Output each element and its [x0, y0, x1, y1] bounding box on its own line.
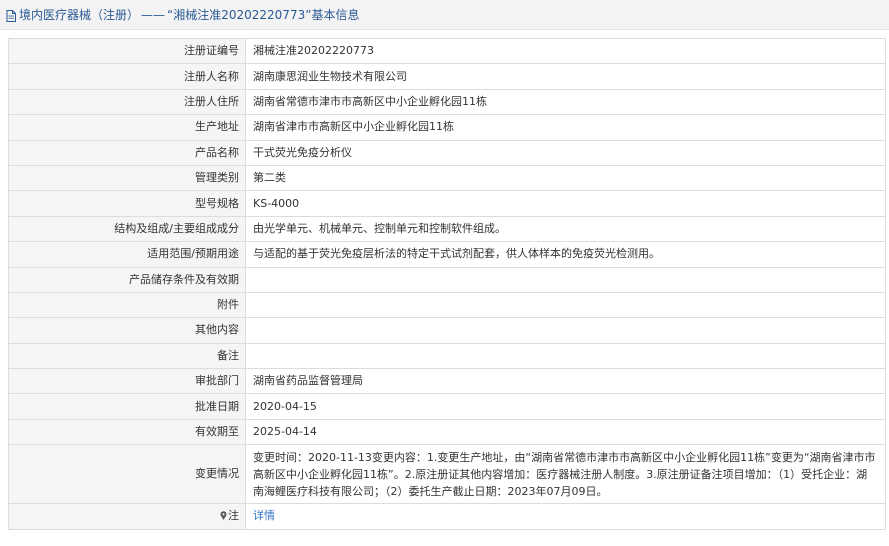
row-value-production-address: 湖南省津市市高新区中小企业孵化园11栋	[245, 114, 886, 141]
row-label-registrant-name: 注册人名称	[8, 63, 246, 90]
table-row-valid-until: 有效期至 2025-04-14	[8, 418, 886, 446]
row-label-structure-composition: 结构及组成/主要组成成分	[8, 215, 246, 243]
row-value-storage-conditions	[245, 266, 886, 293]
row-label-production-address: 生产地址	[8, 114, 246, 141]
row-value-scope-intended-use: 与适配的基于荧光免疫层析法的特定干式试剂配套，供人体样本的免疫荧光检测用。	[245, 241, 886, 268]
table-row-scope-intended-use: 适用范围/预期用途 与适配的基于荧光免疫层析法的特定干式试剂配套，供人体样本的免疫…	[8, 241, 886, 268]
document-icon	[6, 9, 16, 22]
row-label-attachments: 附件	[8, 291, 246, 319]
table-row-attachments: 附件	[8, 291, 886, 319]
row-value-other-content	[245, 317, 886, 344]
row-value-registration-number: 湘械注准20202220773	[245, 37, 886, 65]
registration-info-table: 注册证编号 湘械注准20202220773 注册人名称 湖南康思润业生物技术有限公司注…	[8, 37, 886, 530]
table-row-note: 注 详情	[8, 503, 886, 530]
table-row-structure-composition: 结构及组成/主要组成成分 由光学单元、机械单元、控制单元和控制软件组成。	[8, 215, 886, 243]
row-label-change-history: 变更情况	[8, 444, 246, 505]
details-link[interactable]: 详情	[253, 509, 275, 522]
table-row-remarks: 备注	[8, 342, 886, 370]
header-registration-number: “湘械注准20202220773”	[167, 8, 312, 22]
page-header: 境内医疗器械（注册） —— “湘械注准20202220773” 基本信息	[0, 0, 889, 30]
table-row-management-category: 管理类别 第二类	[8, 164, 886, 192]
row-value-registrant-address: 湖南省常德市津市市高新区中小企业孵化园11栋	[245, 88, 886, 116]
row-value-valid-until: 2025-04-14	[245, 418, 886, 446]
row-label-model-spec: 型号规格	[8, 190, 246, 217]
row-value-remarks	[245, 342, 886, 370]
row-label-other-content: 其他内容	[8, 317, 246, 344]
row-label-storage-conditions: 产品储存条件及有效期	[8, 266, 246, 293]
row-label-registration-number: 注册证编号	[8, 37, 246, 65]
table-row-approval-date: 批准日期 2020-04-15	[8, 393, 886, 420]
table-row-registrant-address: 注册人住所 湖南省常德市津市市高新区中小企业孵化园11栋	[8, 88, 886, 116]
row-label-valid-until: 有效期至	[8, 418, 246, 446]
row-label-approval-date: 批准日期	[8, 393, 246, 420]
table-row-approval-department: 审批部门 湖南省药品监督管理局	[8, 368, 886, 395]
row-label-approval-department: 审批部门	[8, 368, 246, 395]
table-row-registration-number: 注册证编号 湘械注准20202220773	[8, 37, 886, 65]
row-value-note: 详情	[245, 503, 886, 530]
row-label-management-category: 管理类别	[8, 164, 246, 192]
row-label-remarks: 备注	[8, 342, 246, 370]
table-row-product-name: 产品名称 干式荧光免疫分析仪	[8, 139, 886, 166]
row-value-model-spec: KS-4000	[245, 190, 886, 217]
row-value-attachments	[245, 291, 886, 319]
header-category: 境内医疗器械（注册）	[19, 8, 140, 22]
row-value-change-history: 变更时间：2020-11-13变更内容：1.变更生产地址，由“湖南省常德市津市市…	[245, 444, 886, 505]
table-row-model-spec: 型号规格 KS-4000	[8, 190, 886, 217]
row-value-approval-department: 湖南省药品监督管理局	[245, 368, 886, 395]
row-label-registrant-address: 注册人住所	[8, 88, 246, 116]
row-label-product-name: 产品名称	[8, 139, 246, 166]
table-row-change-history: 变更情况 变更时间：2020-11-13变更内容：1.变更生产地址，由“湖南省常德…	[8, 444, 886, 505]
row-value-registrant-name: 湖南康思润业生物技术有限公司	[245, 63, 886, 90]
table-row-storage-conditions: 产品储存条件及有效期	[8, 266, 886, 293]
row-label-scope-intended-use: 适用范围/预期用途	[8, 241, 246, 268]
row-value-product-name: 干式荧光免疫分析仪	[245, 139, 886, 166]
header-suffix: 基本信息	[311, 8, 360, 22]
header-separator: ——	[141, 7, 166, 22]
row-value-management-category: 第二类	[245, 164, 886, 192]
row-value-structure-composition: 由光学单元、机械单元、控制单元和控制软件组成。	[245, 215, 886, 243]
table-row-production-address: 生产地址 湖南省津市市高新区中小企业孵化园11栋	[8, 114, 886, 141]
table-row-registrant-name: 注册人名称 湖南康思润业生物技术有限公司	[8, 63, 886, 90]
row-value-approval-date: 2020-04-15	[245, 393, 886, 420]
row-label-note: 注	[8, 503, 246, 530]
pin-icon	[220, 509, 227, 521]
note-label: 注	[228, 509, 239, 523]
table-row-other-content: 其他内容	[8, 317, 886, 344]
